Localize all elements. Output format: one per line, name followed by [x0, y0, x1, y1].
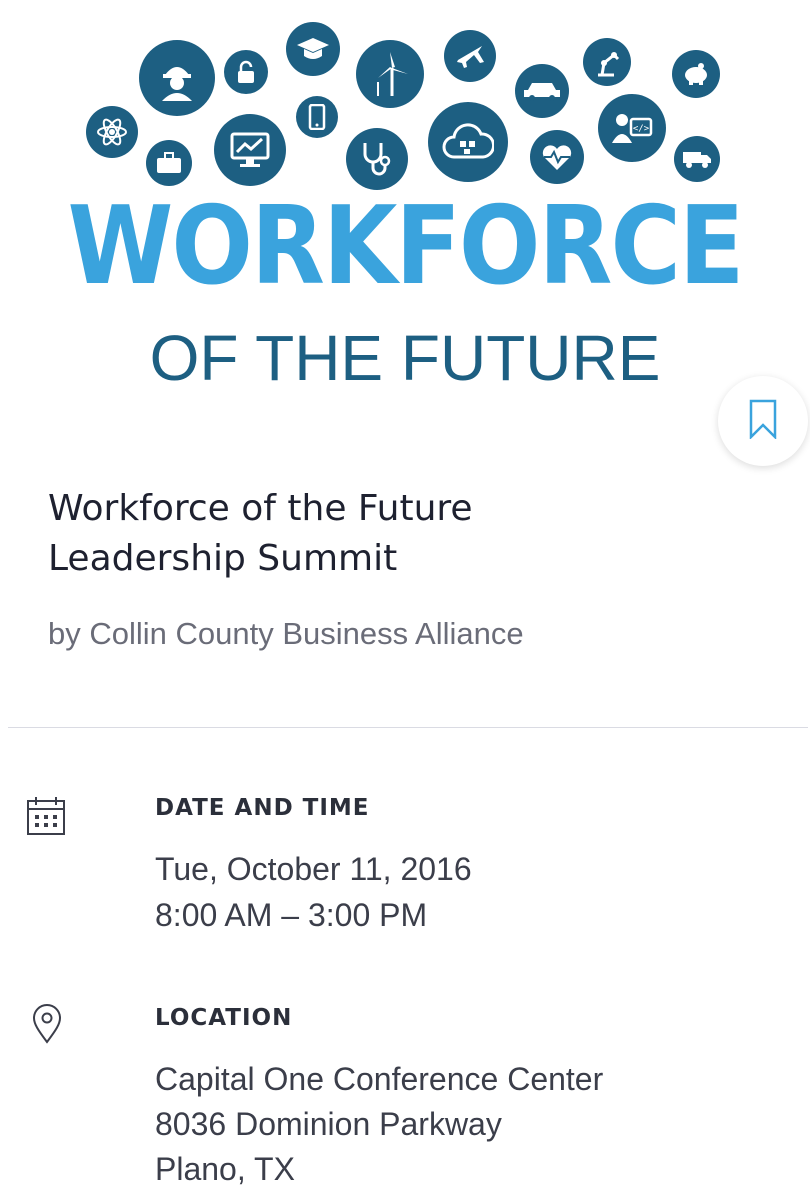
organizer-link[interactable]: by Collin County Business Alliance	[48, 616, 524, 652]
truck-icon	[674, 136, 720, 182]
location-label: LOCATION	[155, 1005, 293, 1031]
venue-street: 8036 Dominion Parkway	[155, 1106, 502, 1142]
heart-monitor-icon	[530, 130, 584, 184]
divider	[8, 727, 808, 728]
calendar-icon	[26, 796, 66, 841]
developer-icon: </>	[598, 94, 666, 162]
event-date: Tue, October 11, 2016	[155, 851, 472, 887]
briefcase-icon	[146, 140, 192, 186]
event-title: Workforce of the Future Leadership Summi…	[48, 484, 748, 584]
bookmark-icon	[748, 399, 778, 444]
bookmark-button[interactable]	[718, 376, 808, 466]
chart-monitor-icon	[214, 114, 286, 186]
logo-of-the-future: OF THE FUTURE	[149, 322, 661, 394]
hero-banner: </> WORKFORCE OF THE FUTURE	[0, 0, 810, 470]
graduation-cap-icon	[286, 22, 340, 76]
event-title-line2: Leadership Summit	[48, 538, 398, 579]
event-title-line1: Workforce of the Future	[48, 488, 473, 529]
smartphone-icon	[296, 96, 338, 138]
worker-icon	[139, 40, 215, 116]
event-time: 8:00 AM – 3:00 PM	[155, 897, 428, 933]
wind-turbine-icon	[356, 40, 424, 108]
piggy-bank-icon	[672, 50, 720, 98]
svg-text:</>: </>	[633, 124, 650, 134]
car-icon	[515, 64, 569, 118]
robot-arm-icon	[583, 38, 631, 86]
stethoscope-icon	[346, 128, 408, 190]
map-pin-icon	[30, 1004, 64, 1049]
venue-name: Capital One Conference Center	[155, 1061, 604, 1097]
logo-workforce: WORKFORCE	[67, 183, 745, 309]
cloud-social-icon	[428, 102, 508, 182]
airplane-icon	[444, 30, 496, 82]
lock-icon	[224, 50, 268, 94]
venue-city: Plano, TX	[155, 1151, 295, 1187]
date-time-label: DATE AND TIME	[155, 795, 370, 821]
atom-icon	[86, 106, 138, 158]
